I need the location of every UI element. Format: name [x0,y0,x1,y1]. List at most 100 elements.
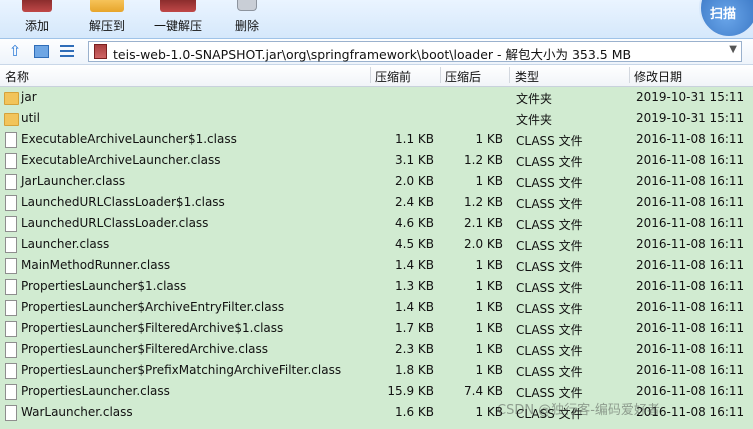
file-type: CLASS 文件 [516,302,583,316]
chevron-down-icon[interactable]: ▼ [729,44,737,55]
extract-folder-icon [90,0,124,12]
path-field[interactable]: teis-web-1.0-SNAPSHOT.jar\org\springfram… [88,41,742,62]
file-name: util [21,111,40,125]
file-type: CLASS 文件 [516,281,583,295]
table-row[interactable]: LaunchedURLClassLoader.class 4.6 KB 2.1 … [0,213,753,234]
file-icon [5,300,17,316]
extract-to-button[interactable]: 解压到 [86,0,128,38]
column-type[interactable]: 类型 [515,68,539,85]
file-size: 1 KB [475,258,503,272]
table-row[interactable]: PropertiesLauncher$1.class 1.3 KB 1 KB C… [0,276,753,297]
file-type: CLASS 文件 [516,260,583,274]
file-size: 2.1 KB [464,216,503,230]
file-compressed: 1.4 KB [395,300,434,314]
file-type: CLASS 文件 [516,218,583,232]
file-compressed: 1.1 KB [395,132,434,146]
file-name: ExecutableArchiveLauncher$1.class [21,132,237,146]
column-size[interactable]: 压缩后 [445,68,481,85]
file-modified: 2016-11-08 16:11 [636,174,745,188]
table-row[interactable]: util 文件夹 2019-10-31 15:11 [0,108,753,129]
path-text: teis-web-1.0-SNAPSHOT.jar\org\springfram… [113,47,632,62]
file-size: 1 KB [475,174,503,188]
column-modified[interactable]: 修改日期 [634,68,682,85]
file-icon [5,321,17,337]
file-icon [5,216,17,232]
file-name: PropertiesLauncher$1.class [21,279,187,293]
table-row[interactable]: PropertiesLauncher$ArchiveEntryFilter.cl… [0,297,753,318]
file-name: JarLauncher.class [21,174,126,188]
file-modified: 2016-11-08 16:11 [636,153,745,167]
file-compressed: 15.9 KB [387,384,434,398]
file-modified: 2016-11-08 16:11 [636,132,745,146]
file-modified: 2016-11-08 16:11 [636,384,745,398]
column-compressed[interactable]: 压缩前 [375,68,411,85]
file-compressed: 1.3 KB [395,279,434,293]
scan-button[interactable]: 扫描 [699,0,753,38]
table-row[interactable]: PropertiesLauncher.class 15.9 KB 7.4 KB … [0,381,753,402]
one-key-extract-button-label: 一键解压 [153,19,202,33]
file-type: CLASS 文件 [516,344,583,358]
list-view-icon[interactable] [60,45,74,57]
file-size: 2.0 KB [464,237,503,251]
table-row[interactable]: PropertiesLauncher$FilteredArchive$1.cla… [0,318,753,339]
file-type: 文件夹 [516,92,553,106]
table-row[interactable]: Launcher.class 4.5 KB 2.0 KB CLASS 文件 20… [0,234,753,255]
file-compressed: 2.3 KB [395,342,434,356]
file-type: CLASS 文件 [516,365,583,379]
file-modified: 2019-10-31 15:11 [636,90,745,104]
file-name: Launcher.class [21,237,110,251]
table-row[interactable]: ExecutableArchiveLauncher$1.class 1.1 KB… [0,129,753,150]
one-key-extract-button[interactable]: 一键解压 [150,0,206,38]
file-modified: 2019-10-31 15:11 [636,111,745,125]
file-name: PropertiesLauncher$FilteredArchive.class [21,342,269,356]
table-row[interactable]: MainMethodRunner.class 1.4 KB 1 KB CLASS… [0,255,753,276]
file-modified: 2016-11-08 16:11 [636,300,745,314]
file-icon [5,405,17,421]
table-row[interactable]: ExecutableArchiveLauncher.class 3.1 KB 1… [0,150,753,171]
add-archive-icon [22,0,52,12]
file-name: PropertiesLauncher$FilteredArchive$1.cla… [21,321,284,335]
file-name: PropertiesLauncher.class [21,384,170,398]
file-size: 1 KB [475,342,503,356]
table-row[interactable]: WarLauncher.class 1.6 KB 1 KB CLASS 文件 2… [0,402,753,423]
file-size: 1 KB [475,363,503,377]
table-row[interactable]: PropertiesLauncher$FilteredArchive.class… [0,339,753,360]
column-name[interactable]: 名称 [5,68,29,85]
up-arrow-icon[interactable]: ⇧ [7,42,23,60]
file-icon [5,342,17,358]
extract-to-button-label: 解压到 [88,19,125,33]
file-icon [5,237,17,253]
file-modified: 2016-11-08 16:11 [636,342,745,356]
file-list: jar 文件夹 2019-10-31 15:11 util 文件夹 2019-1… [0,87,753,429]
file-type: CLASS 文件 [516,176,583,190]
file-size: 1 KB [475,132,503,146]
file-compressed: 2.0 KB [395,174,434,188]
file-icon [5,384,17,400]
file-type: 文件夹 [516,113,553,127]
folder-icon [4,92,19,105]
table-row[interactable]: JarLauncher.class 2.0 KB 1 KB CLASS 文件 2… [0,171,753,192]
file-compressed: 1.4 KB [395,258,434,272]
file-type: CLASS 文件 [516,323,583,337]
file-modified: 2016-11-08 16:11 [636,321,745,335]
table-row[interactable]: PropertiesLauncher$PrefixMatchingArchive… [0,360,753,381]
file-icon [5,195,17,211]
file-compressed: 4.6 KB [395,216,434,230]
file-type: CLASS 文件 [516,239,583,253]
table-row[interactable]: jar 文件夹 2019-10-31 15:11 [0,87,753,108]
file-icon [5,363,17,379]
add-button[interactable]: 添加 [20,0,54,38]
table-row[interactable]: LaunchedURLClassLoader$1.class 2.4 KB 1.… [0,192,753,213]
file-modified: 2016-11-08 16:11 [636,237,745,251]
delete-button[interactable]: 删除 [230,0,264,38]
file-compressed: 1.7 KB [395,321,434,335]
file-compressed: 2.4 KB [395,195,434,209]
file-modified: 2016-11-08 16:11 [636,216,745,230]
archive-icon [94,44,107,59]
file-name: PropertiesLauncher$PrefixMatchingArchive… [21,363,342,377]
thumbnail-view-icon[interactable] [34,43,49,59]
folder-icon [4,113,19,126]
file-name: MainMethodRunner.class [21,258,171,272]
file-type: CLASS 文件 [516,197,583,211]
file-icon [5,174,17,190]
